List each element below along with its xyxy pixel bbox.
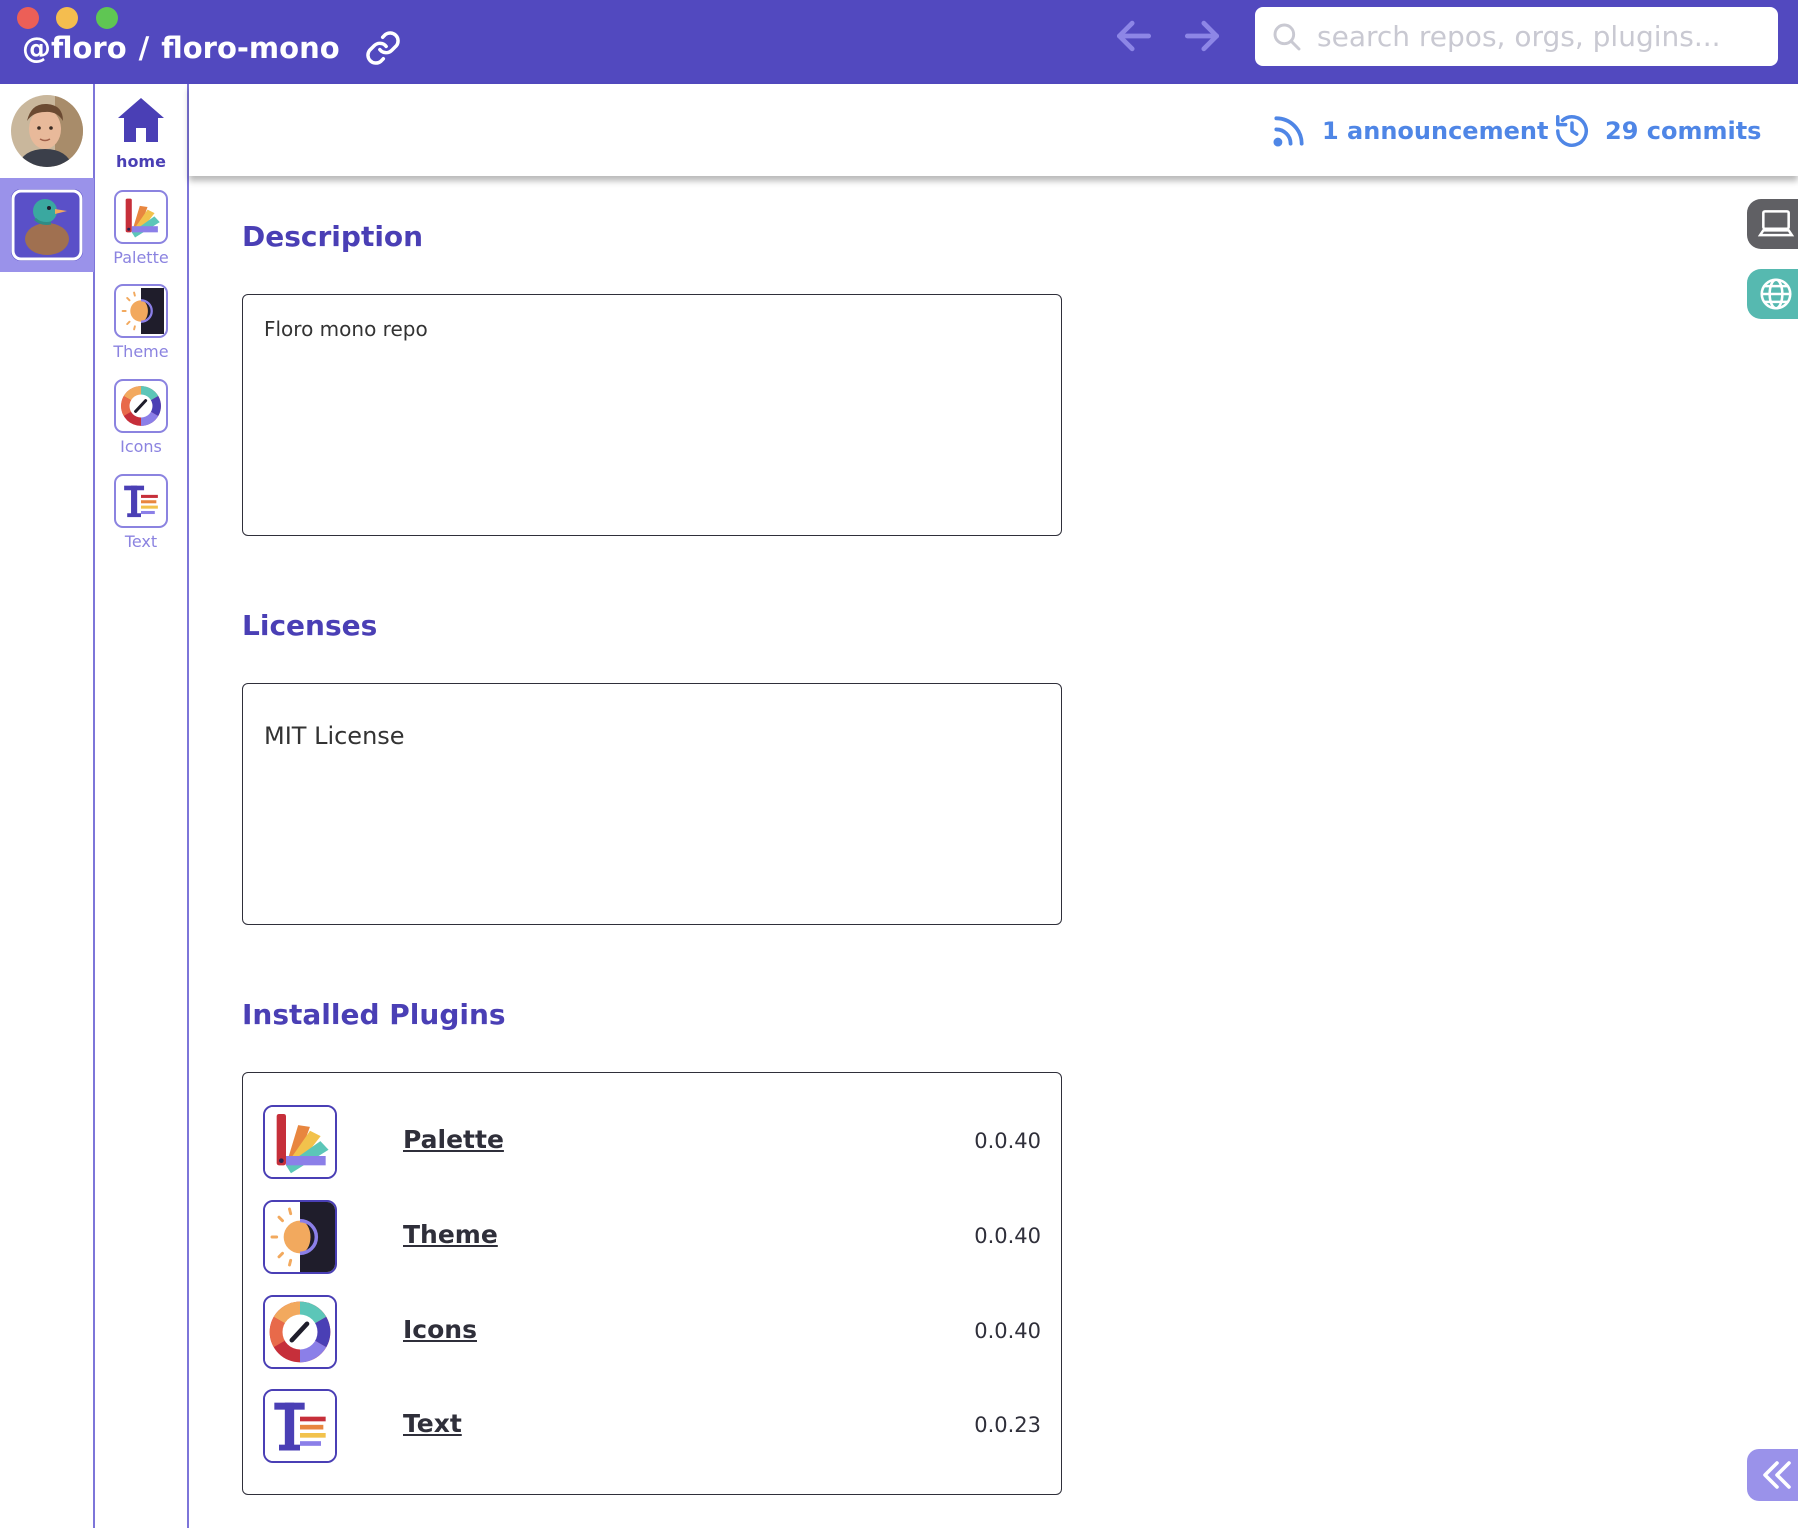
description-box: Floro mono repo <box>242 294 1062 536</box>
laptop-icon <box>1757 210 1795 237</box>
palette-plugin-icon <box>114 190 168 244</box>
double-chevron-left-icon <box>1763 1461 1791 1489</box>
link-icon[interactable] <box>364 29 402 67</box>
icons-plugin-icon <box>263 1295 337 1369</box>
plugin-row: Text 0.0.23 <box>263 1389 1041 1463</box>
icons-plugin-icon <box>114 379 168 433</box>
rss-icon <box>1273 116 1304 147</box>
repo-title: @floro / floro-mono <box>22 28 402 68</box>
license-text: MIT License <box>264 722 405 750</box>
plugin-version: 0.0.23 <box>974 1413 1041 1437</box>
repo-info-bar: 1 announcement 29 commits <box>189 84 1798 176</box>
close-window-button[interactable] <box>17 7 39 29</box>
plugin-name-link[interactable]: Text <box>403 1409 462 1438</box>
plugin-name-link[interactable]: Theme <box>403 1220 498 1249</box>
sidebar-item-home[interactable]: home <box>95 94 187 171</box>
text-plugin-icon <box>263 1389 337 1463</box>
plugin-version: 0.0.40 <box>974 1319 1041 1343</box>
plugin-row: Icons 0.0.40 <box>263 1295 1041 1369</box>
sidebar-item-theme[interactable]: Theme <box>95 284 187 361</box>
arrow-left-icon[interactable] <box>1112 14 1156 58</box>
globe-icon <box>1760 278 1792 310</box>
app-window: @floro / floro-mono search repos, orgs, … <box>0 0 1798 1528</box>
arrow-right-icon[interactable] <box>1180 14 1224 58</box>
plugin-version: 0.0.40 <box>974 1224 1041 1248</box>
search-box <box>1255 7 1778 66</box>
sidebar-item-label: Theme <box>113 342 169 361</box>
installed-plugins-title: Installed Plugins <box>242 998 506 1031</box>
title-bar: @floro / floro-mono <box>0 0 1798 84</box>
commits-label: 29 commits <box>1605 117 1762 145</box>
sidebar-item-label: Palette <box>113 248 169 267</box>
plugin-row: Palette 0.0.40 <box>263 1105 1041 1179</box>
announcements-label: 1 announcement <box>1322 117 1549 145</box>
description-title: Description <box>242 220 424 253</box>
theme-plugin-icon <box>263 1200 337 1274</box>
description-text: Floro mono repo <box>264 317 428 341</box>
remote-view-tab[interactable] <box>1747 269 1798 319</box>
maximize-window-button[interactable] <box>96 7 118 29</box>
sidebar-item-palette[interactable]: Palette <box>95 190 187 267</box>
palette-plugin-icon <box>263 1105 337 1179</box>
avatar[interactable] <box>11 95 83 167</box>
sidebar-item-icons[interactable]: Icons <box>95 379 187 456</box>
home-icon <box>118 98 164 142</box>
minimize-window-button[interactable] <box>56 7 78 29</box>
licenses-title: Licenses <box>242 609 378 642</box>
repo-owner[interactable]: @floro <box>22 31 127 65</box>
collapse-panel-button[interactable] <box>1747 1449 1798 1501</box>
plugin-name-link[interactable]: Icons <box>403 1315 477 1344</box>
account-column <box>0 84 95 1528</box>
repo-avatar[interactable] <box>11 189 83 261</box>
plugin-sidebar: home Palette Theme Icons Text <box>95 84 189 1528</box>
theme-plugin-icon <box>114 284 168 338</box>
text-plugin-icon <box>114 474 168 528</box>
installed-plugins-box: Palette 0.0.40 Theme 0.0.40 Icons 0.0.40 <box>242 1072 1062 1495</box>
selected-repo-highlight <box>0 178 94 272</box>
sidebar-item-label: home <box>116 152 166 171</box>
local-view-tab[interactable] <box>1747 199 1798 249</box>
sidebar-item-text[interactable]: Text <box>95 474 187 551</box>
plugin-row: Theme 0.0.40 <box>263 1200 1041 1274</box>
commits-link[interactable]: 29 commits <box>1553 112 1761 150</box>
plugin-version: 0.0.40 <box>974 1129 1041 1153</box>
plugin-name-link[interactable]: Palette <box>403 1125 504 1154</box>
repo-home-content: Description Floro mono repo Licenses MIT… <box>189 176 1798 1528</box>
sidebar-item-label: Icons <box>120 437 162 456</box>
repo-title-separator: / <box>138 31 150 65</box>
repo-name[interactable]: floro-mono <box>161 31 339 65</box>
search-icon <box>1273 23 1301 51</box>
licenses-box: MIT License <box>242 683 1062 925</box>
sidebar-item-label: Text <box>124 532 158 551</box>
announcements-link[interactable]: 1 announcement <box>1270 112 1548 150</box>
search-input[interactable] <box>1317 7 1767 66</box>
history-icon <box>1556 115 1588 147</box>
